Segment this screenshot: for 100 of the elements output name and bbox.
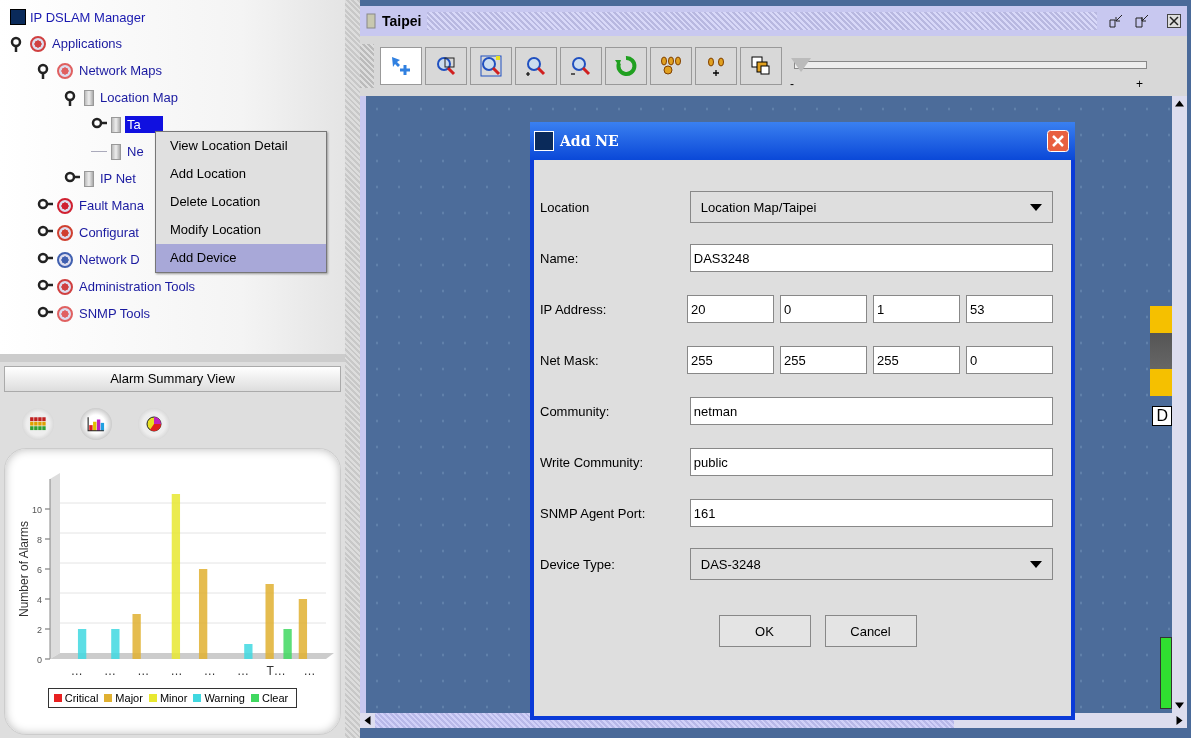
- tree-item[interactable]: Network D: [77, 251, 142, 268]
- toolbar-button[interactable]: [380, 47, 422, 85]
- caret-icon: [1030, 203, 1042, 211]
- tree-item[interactable]: Network Maps: [77, 62, 165, 79]
- dropdown[interactable]: Location Map/Taipei: [689, 191, 1053, 223]
- toolbar-button[interactable]: [470, 47, 512, 85]
- bar-chart-icon[interactable]: [87, 416, 105, 432]
- close-icon[interactable]: [1167, 14, 1181, 28]
- input-field[interactable]: 255: [687, 346, 774, 374]
- field-label: Device Type:: [540, 556, 616, 572]
- x-tick-label: …: [169, 664, 182, 678]
- zoom-fit-icon: [479, 54, 503, 78]
- app-title: IP DSLAM Manager: [30, 9, 146, 25]
- menu-item[interactable]: Delete Location: [156, 188, 326, 216]
- pie-chart-icon[interactable]: [145, 416, 163, 432]
- zoom-in-icon: [524, 54, 548, 78]
- dialog-title: Add NE: [560, 133, 620, 149]
- grid-icon[interactable]: [29, 416, 47, 432]
- layers-icon: [749, 54, 773, 78]
- chart-bar: [298, 599, 307, 659]
- logo-icon: [10, 9, 26, 25]
- status-bar-indicator: [1160, 637, 1172, 709]
- toolbar-button[interactable]: [425, 47, 467, 85]
- tree-item[interactable]: SNMP Tools: [77, 305, 153, 322]
- zoom-slider[interactable]: [794, 57, 1147, 73]
- y-tick-label: 4: [36, 595, 42, 605]
- toolbar-grip[interactable]: [360, 44, 374, 88]
- device-icon[interactable]: [1150, 306, 1172, 396]
- field-label: IP Address:: [540, 301, 608, 317]
- dropdown[interactable]: DAS-3248: [689, 548, 1053, 580]
- chart-bar: [132, 614, 141, 659]
- input-field[interactable]: 255: [873, 346, 960, 374]
- dialog-button[interactable]: Cancel: [824, 615, 917, 647]
- toolbar-button[interactable]: [695, 47, 737, 85]
- group-icon: [659, 54, 683, 78]
- chart-bar: [282, 629, 292, 659]
- tree-item[interactable]: Administration Tools: [77, 278, 198, 295]
- input-field[interactable]: DAS3248: [689, 244, 1053, 272]
- restore-icon[interactable]: [1135, 14, 1149, 28]
- input-field[interactable]: netman: [689, 397, 1053, 425]
- legend-label: Clear: [261, 692, 289, 704]
- x-tick-label: …: [136, 664, 149, 678]
- minimize-icon[interactable]: [1109, 14, 1123, 28]
- field-label: Community:: [540, 403, 611, 419]
- toolbar-button[interactable]: [740, 47, 782, 85]
- dialog-button[interactable]: OK: [718, 615, 811, 647]
- caret-icon: [1030, 560, 1042, 568]
- building-icon: [84, 170, 94, 187]
- x-tick-label: …: [103, 664, 116, 678]
- toolbar-button[interactable]: [650, 47, 692, 85]
- x-tick-label: …: [236, 664, 249, 678]
- input-field[interactable]: 255: [780, 346, 867, 374]
- y-tick-label: 8: [36, 535, 42, 545]
- menu-item[interactable]: Add Location: [156, 160, 326, 188]
- tree-item[interactable]: Fault Mana: [77, 197, 147, 214]
- building-icon: [111, 116, 121, 133]
- zoom-out-icon: [569, 54, 593, 78]
- tree-item[interactable]: Ne: [125, 143, 146, 160]
- zoom-region-icon: [434, 54, 458, 78]
- y-axis-title: Number of Alarms: [16, 521, 31, 617]
- legend-label: Major: [115, 692, 143, 704]
- field-label: Name:: [540, 250, 580, 266]
- legend-label: Minor: [159, 692, 188, 704]
- menu-item[interactable]: View Location Detail: [156, 132, 326, 160]
- slider-max-label: +: [1136, 77, 1143, 91]
- tree-item[interactable]: Ta: [125, 116, 163, 133]
- vertical-scrollbar[interactable]: [1172, 96, 1187, 713]
- menu-item[interactable]: Add Device: [156, 244, 326, 272]
- x-tick-label: T…: [265, 664, 286, 678]
- pointer-move-icon: [389, 54, 413, 78]
- field-label: Write Community:: [540, 454, 645, 470]
- x-tick-label: …: [203, 664, 216, 678]
- building-icon: [111, 143, 121, 160]
- y-tick-label: 10: [31, 505, 42, 515]
- input-field[interactable]: 161: [689, 499, 1053, 527]
- tree-item[interactable]: Configurat: [77, 224, 141, 241]
- building-icon: [84, 89, 94, 106]
- field-label: SNMP Agent Port:: [540, 505, 647, 521]
- device-label: D: [1152, 406, 1172, 426]
- input-field[interactable]: 0: [966, 346, 1053, 374]
- tree-item[interactable]: Applications: [50, 35, 125, 52]
- tree-item[interactable]: IP Net: [98, 170, 138, 187]
- x-tick-label: …: [70, 664, 83, 678]
- tree-item[interactable]: Location Map: [98, 89, 181, 106]
- input-field[interactable]: public: [689, 448, 1053, 476]
- field-label: Location: [540, 199, 591, 215]
- toolbar-button[interactable]: [515, 47, 557, 85]
- menu-item[interactable]: Modify Location: [156, 216, 326, 244]
- window-title: Taipei: [382, 13, 422, 29]
- input-field[interactable]: 1: [873, 295, 960, 323]
- building-icon: [366, 13, 376, 29]
- y-tick-label: 0: [36, 655, 42, 665]
- input-field[interactable]: 20: [687, 295, 774, 323]
- y-tick-label: 2: [36, 625, 42, 635]
- refresh-icon: [614, 54, 638, 78]
- panel-title: Alarm Summary View: [4, 366, 341, 392]
- slider-min-label: -: [790, 77, 794, 91]
- input-field[interactable]: 53: [966, 295, 1053, 323]
- toolbar-button[interactable]: [560, 47, 602, 85]
- input-field[interactable]: 0: [780, 295, 867, 323]
